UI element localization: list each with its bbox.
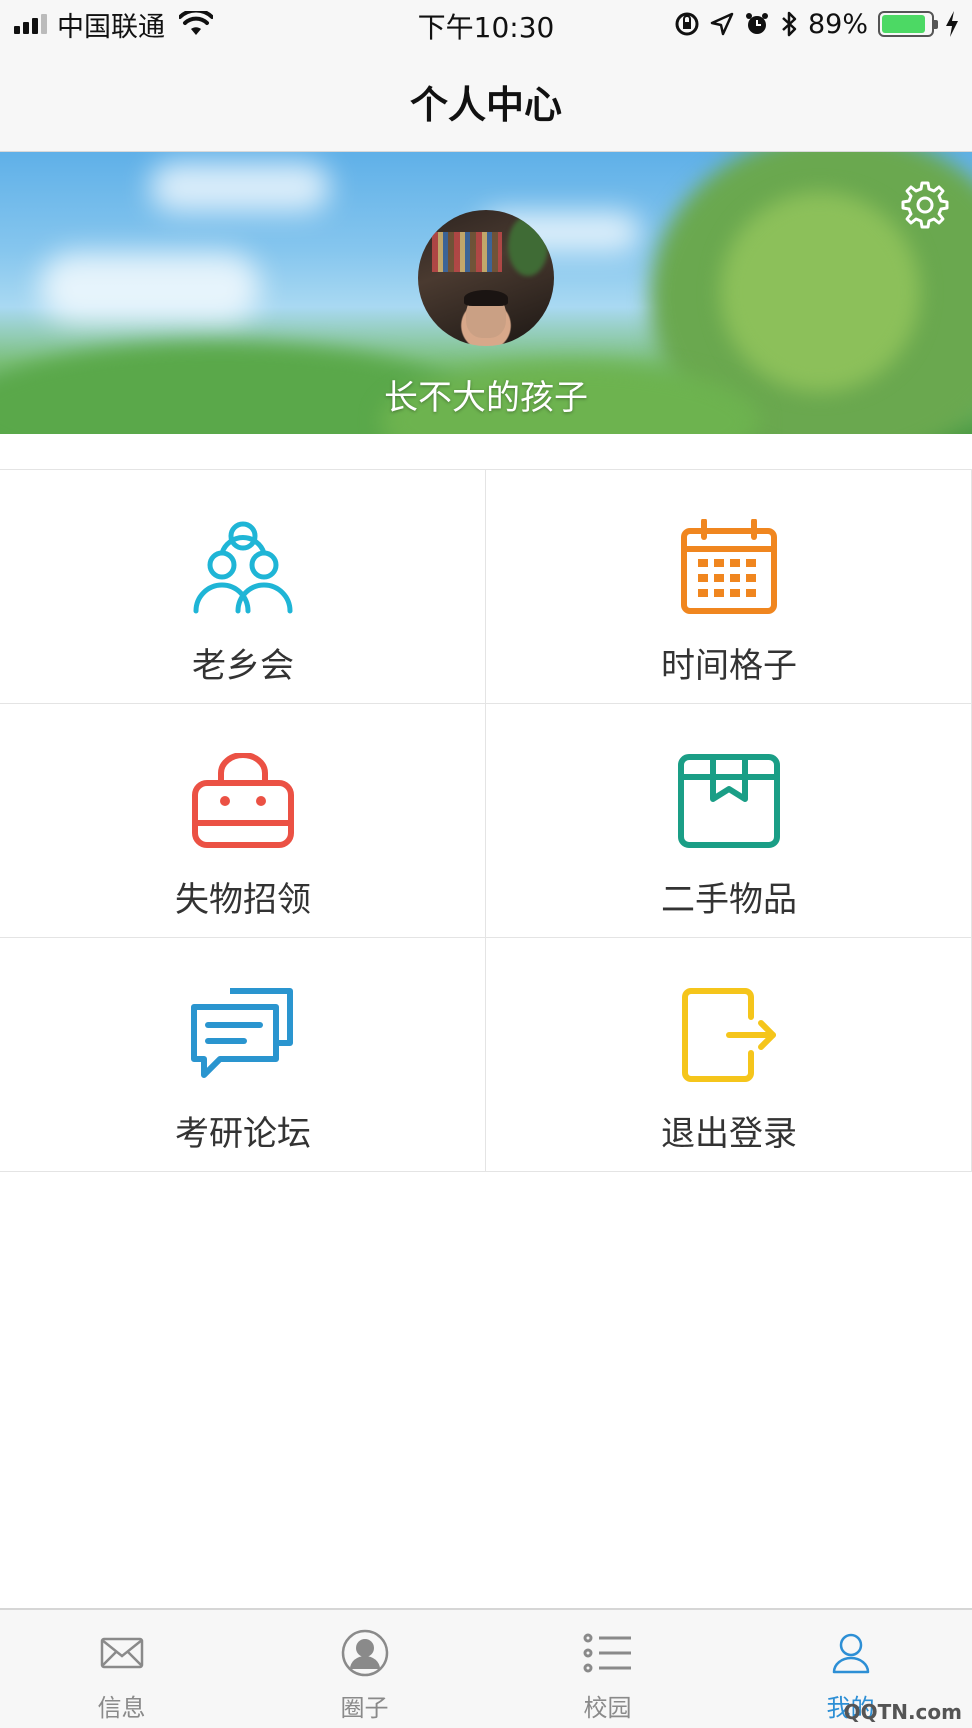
menu-label: 失物招领 bbox=[175, 880, 311, 920]
battery-icon bbox=[878, 11, 938, 37]
battery-fill bbox=[882, 15, 925, 33]
calendar-icon bbox=[676, 514, 782, 620]
avatar-plant bbox=[508, 216, 548, 276]
menu-label: 二手物品 bbox=[661, 880, 797, 920]
banner-cloud bbox=[150, 162, 330, 212]
tab-circle[interactable]: 圈子 bbox=[243, 1610, 486, 1728]
page-title: 个人中心 bbox=[409, 83, 562, 127]
box-icon bbox=[676, 748, 782, 854]
tab-label: 圈子 bbox=[340, 1694, 389, 1722]
alarm-icon bbox=[745, 13, 768, 34]
status-bar: 中国联通 下午10:30 89% bbox=[0, 0, 972, 48]
avatar-bookshelf bbox=[432, 232, 502, 272]
menu-label: 退出登录 bbox=[661, 1114, 797, 1154]
tab-label: 校园 bbox=[583, 1694, 632, 1722]
people-group-icon bbox=[190, 514, 296, 620]
rotation-lock-icon bbox=[675, 12, 699, 36]
menu-item-second-hand[interactable]: 二手物品 bbox=[486, 704, 972, 938]
person-outline-icon bbox=[824, 1628, 878, 1678]
status-left: 中国联通 bbox=[14, 8, 213, 43]
bluetooth-icon bbox=[782, 11, 797, 37]
menu-item-time-grid[interactable]: 时间格子 bbox=[486, 470, 972, 704]
list-icon bbox=[581, 1628, 635, 1678]
person-circle-icon bbox=[338, 1628, 392, 1678]
signal-icon bbox=[14, 14, 47, 34]
wifi-icon bbox=[179, 11, 213, 35]
menu-grid: 老乡会 时间格子 失物招领 二手物品 考研论坛 退出登录 bbox=[0, 469, 972, 1173]
bag-icon bbox=[190, 748, 296, 854]
status-right: 89% bbox=[674, 8, 960, 40]
menu-label: 考研论坛 bbox=[175, 1114, 311, 1154]
avatar[interactable] bbox=[418, 210, 554, 346]
banner-foliage bbox=[720, 192, 920, 392]
menu-item-hometown-club[interactable]: 老乡会 bbox=[0, 470, 486, 704]
menu-label: 时间格子 bbox=[661, 646, 797, 686]
tab-campus[interactable]: 校园 bbox=[486, 1610, 729, 1728]
charging-icon bbox=[946, 11, 958, 37]
menu-item-logout[interactable]: 退出登录 bbox=[486, 938, 972, 1172]
watermark-logo: QQTN.com bbox=[843, 1700, 962, 1724]
menu-label: 老乡会 bbox=[192, 646, 294, 686]
username: 长不大的孩子 bbox=[384, 378, 588, 418]
location-icon bbox=[710, 12, 734, 36]
logout-icon bbox=[676, 982, 782, 1088]
carrier-label: 中国联通 bbox=[57, 11, 165, 43]
menu-item-exam-forum[interactable]: 考研论坛 bbox=[0, 938, 486, 1172]
envelope-icon bbox=[95, 1628, 149, 1678]
menu-item-lost-found[interactable]: 失物招领 bbox=[0, 704, 486, 938]
tab-bar: 信息 圈子 校园 我的 QQTN.com bbox=[0, 1608, 972, 1728]
tab-messages[interactable]: 信息 bbox=[0, 1610, 243, 1728]
profile-banner: 长不大的孩子 bbox=[0, 152, 972, 434]
avatar-hair bbox=[464, 290, 508, 306]
chat-icon bbox=[190, 982, 296, 1088]
banner-cloud bbox=[40, 252, 260, 322]
tab-label: 信息 bbox=[97, 1694, 146, 1722]
settings-gear-icon[interactable] bbox=[900, 180, 950, 230]
battery-percent: 89% bbox=[807, 8, 868, 40]
nav-bar: 个人中心 bbox=[0, 48, 972, 152]
